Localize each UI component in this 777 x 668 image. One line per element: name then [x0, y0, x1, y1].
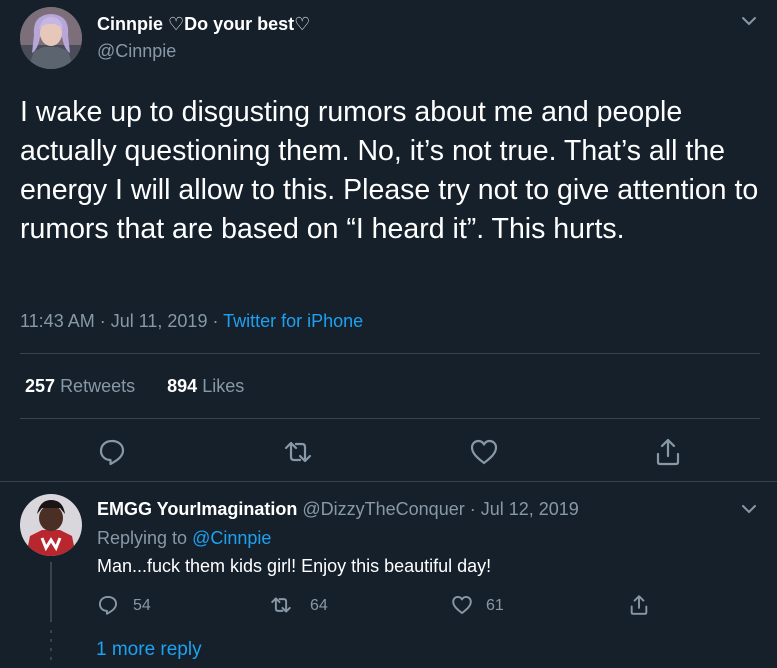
retweet-icon[interactable] — [283, 437, 313, 467]
reply-text: Man...fuck them kids girl! Enjoy this be… — [97, 556, 492, 576]
tweet-time[interactable]: 11:43 AM · Jul 11, 2019 · — [20, 311, 223, 331]
divider — [20, 353, 760, 354]
divider — [20, 418, 760, 419]
tweet-timestamp: 11:43 AM · Jul 11, 2019 · Twitter for iP… — [20, 311, 363, 332]
reply-like-count: 61 — [486, 597, 504, 614]
share-icon[interactable] — [628, 594, 650, 616]
reply-author-avatar[interactable] — [20, 494, 82, 556]
tweet-text: I wake up to disgusting rumors about me … — [20, 96, 759, 245]
thread-dots — [49, 630, 53, 663]
reply-icon[interactable] — [97, 594, 119, 616]
thread-line — [50, 562, 52, 622]
replying-to-label: Replying to — [97, 528, 193, 548]
likes-stat[interactable]: 894 Likes — [167, 376, 244, 396]
author-name[interactable]: Cinnpie ♡Do your best♡ — [97, 14, 310, 35]
share-icon[interactable] — [653, 437, 683, 467]
more-replies-link[interactable]: 1 more reply — [96, 639, 202, 661]
reply-header: EMGG YourImagination @DizzyTheConquer · … — [97, 499, 579, 520]
reply-author-name[interactable]: EMGG YourImagination — [97, 499, 297, 519]
retweets-stat[interactable]: 257 Retweets — [25, 376, 135, 396]
likes-label: Likes — [202, 376, 245, 396]
reply-reply-count: 54 — [133, 597, 151, 614]
engagement-stats: 257 Retweets 894 Likes — [25, 376, 244, 397]
retweet-icon[interactable] — [270, 594, 292, 616]
author-avatar[interactable] — [20, 7, 82, 69]
chevron-down-icon[interactable] — [740, 500, 758, 518]
likes-count: 894 — [167, 376, 198, 396]
heart-icon[interactable] — [469, 437, 499, 467]
retweets-label: Retweets — [60, 376, 136, 396]
reply-icon[interactable] — [97, 437, 127, 467]
heart-icon[interactable] — [451, 594, 473, 616]
divider — [0, 481, 777, 482]
replying-to-handle[interactable]: @Cinnpie — [192, 528, 271, 548]
tweet-source[interactable]: Twitter for iPhone — [223, 311, 363, 331]
reply-retweet-count: 64 — [310, 597, 328, 614]
author-handle[interactable]: @Cinnpie — [97, 41, 176, 62]
replying-to: Replying to @Cinnpie — [97, 528, 271, 549]
chevron-down-icon[interactable] — [740, 12, 758, 30]
retweets-count: 257 — [25, 376, 56, 396]
reply-author-handle[interactable]: @DizzyTheConquer · Jul 12, 2019 — [302, 499, 578, 519]
